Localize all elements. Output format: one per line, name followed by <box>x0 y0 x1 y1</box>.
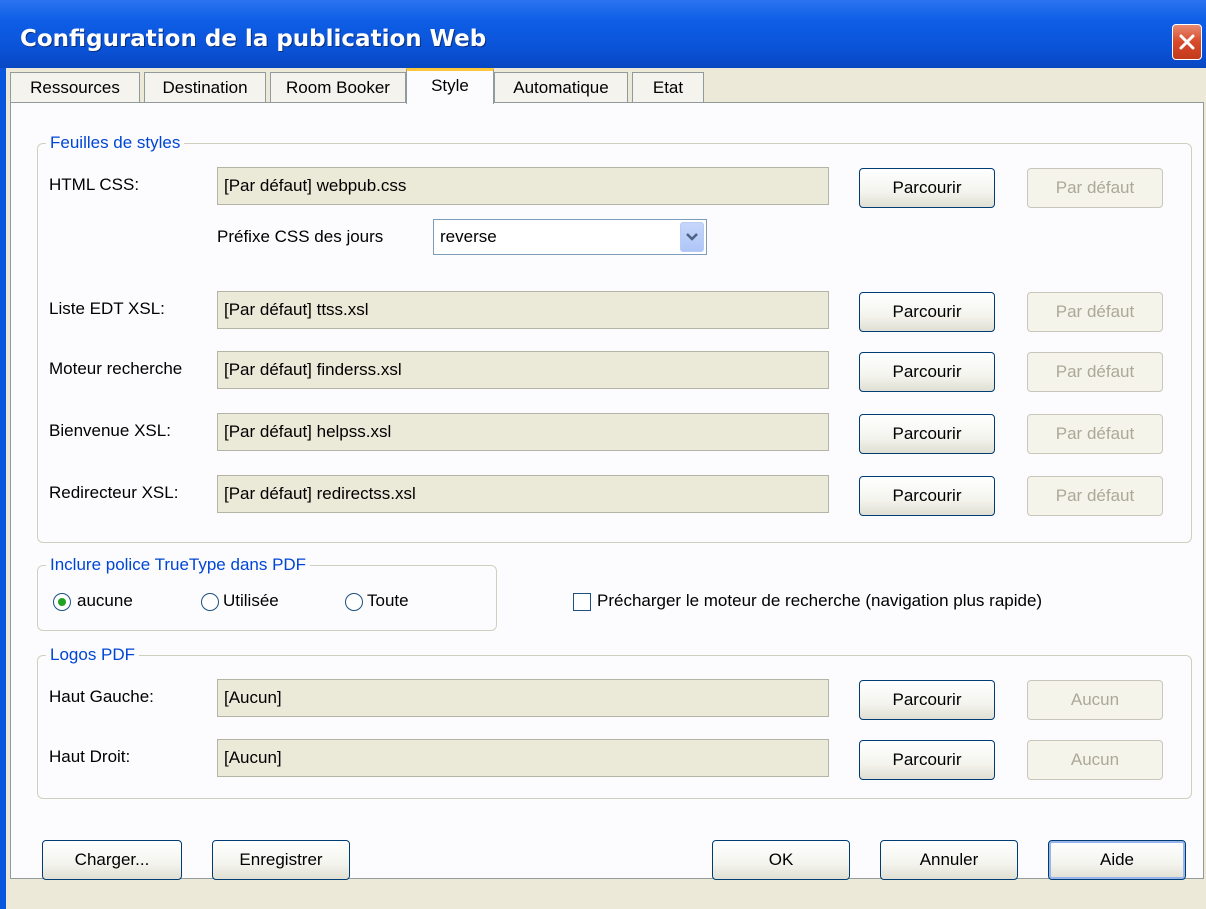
tab-automatique[interactable]: Automatique <box>494 72 628 102</box>
radio-aucune[interactable] <box>53 593 71 611</box>
tab-ressources[interactable]: Ressources <box>10 72 140 102</box>
tab-strip: Ressources Destination Room Booker Style… <box>6 68 1206 104</box>
css-prefix-label: Préfixe CSS des jours <box>217 227 384 246</box>
cancel-button[interactable]: Annuler <box>880 840 1018 880</box>
preload-checkbox[interactable] <box>573 593 591 611</box>
radio-utilisee-label[interactable]: Utilisée <box>223 591 279 611</box>
help-button[interactable]: Aide <box>1048 840 1186 880</box>
tab-style[interactable]: Style <box>406 68 494 104</box>
top-left-logo-none-button[interactable]: Aucun <box>1027 680 1163 720</box>
chevron-down-icon <box>686 233 698 241</box>
schedule-list-xsl-browse-button[interactable]: Parcourir <box>859 292 995 332</box>
html-css-label: HTML CSS: <box>49 175 140 194</box>
radio-toute-label[interactable]: Toute <box>367 591 409 611</box>
truetype-group-label: Inclure police TrueType dans PDF <box>46 555 311 575</box>
redirector-xsl-browse-button[interactable]: Parcourir <box>859 476 995 516</box>
top-right-logo-label: Haut Droit: <box>49 747 131 766</box>
tab-room-booker[interactable]: Room Booker <box>270 72 406 102</box>
stylesheets-group-label: Feuilles de styles <box>46 133 185 153</box>
load-button[interactable]: Charger... <box>42 840 182 880</box>
search-engine-browse-button[interactable]: Parcourir <box>859 352 995 392</box>
close-button[interactable] <box>1172 24 1202 60</box>
dialog-window: Configuration de la publication Web Ress… <box>0 0 1206 909</box>
schedule-list-xsl-default-button[interactable]: Par défaut <box>1027 292 1163 332</box>
top-right-logo-browse-button[interactable]: Parcourir <box>859 740 995 780</box>
top-left-logo-browse-button[interactable]: Parcourir <box>859 680 995 720</box>
css-prefix-select[interactable]: reverse <box>433 219 707 255</box>
top-right-logo-none-button[interactable]: Aucun <box>1027 740 1163 780</box>
redirector-xsl-label: Redirecteur XSL: <box>49 483 179 502</box>
welcome-xsl-default-button[interactable]: Par défaut <box>1027 414 1163 454</box>
close-icon <box>1179 34 1195 50</box>
top-right-logo-field[interactable]: [Aucun] <box>217 739 829 777</box>
css-prefix-value: reverse <box>440 227 497 246</box>
html-css-field[interactable]: [Par défaut] webpub.css <box>217 167 829 205</box>
radio-toute[interactable] <box>345 593 363 611</box>
search-engine-label: Moteur recherche <box>49 359 183 378</box>
welcome-xsl-field[interactable]: [Par défaut] helpss.xsl <box>217 413 829 451</box>
redirector-xsl-default-button[interactable]: Par défaut <box>1027 476 1163 516</box>
pdf-logos-group-label: Logos PDF <box>46 645 140 665</box>
save-button[interactable]: Enregistrer <box>212 840 350 880</box>
welcome-xsl-label: Bienvenue XSL: <box>49 421 171 440</box>
tab-destination[interactable]: Destination <box>144 72 266 102</box>
schedule-list-xsl-label: Liste EDT XSL: <box>49 299 165 318</box>
ok-button[interactable]: OK <box>712 840 850 880</box>
dialog-client-area: Ressources Destination Room Booker Style… <box>6 68 1206 909</box>
radio-utilisee[interactable] <box>201 593 219 611</box>
window-title: Configuration de la publication Web <box>20 26 487 52</box>
dropdown-arrow[interactable] <box>680 222 704 252</box>
html-css-default-button[interactable]: Par défaut <box>1027 168 1163 208</box>
style-tab-panel: Feuilles de styles HTML CSS: [Par défaut… <box>10 102 1204 879</box>
radio-aucune-label[interactable]: aucune <box>77 591 133 611</box>
top-left-logo-field[interactable]: [Aucun] <box>217 679 829 717</box>
redirector-xsl-field[interactable]: [Par défaut] redirectss.xsl <box>217 475 829 513</box>
search-engine-field[interactable]: [Par défaut] finderss.xsl <box>217 351 829 389</box>
pdf-logos-group: Logos PDF <box>37 645 1192 799</box>
html-css-browse-button[interactable]: Parcourir <box>859 168 995 208</box>
top-left-logo-label: Haut Gauche: <box>49 687 154 706</box>
preload-checkbox-label[interactable]: Précharger le moteur de recherche (navig… <box>597 591 1042 611</box>
title-bar: Configuration de la publication Web <box>0 0 1206 68</box>
tab-etat[interactable]: Etat <box>632 72 704 102</box>
radio-selected-dot <box>58 598 66 606</box>
schedule-list-xsl-field[interactable]: [Par défaut] ttss.xsl <box>217 291 829 329</box>
welcome-xsl-browse-button[interactable]: Parcourir <box>859 414 995 454</box>
search-engine-default-button[interactable]: Par défaut <box>1027 352 1163 392</box>
